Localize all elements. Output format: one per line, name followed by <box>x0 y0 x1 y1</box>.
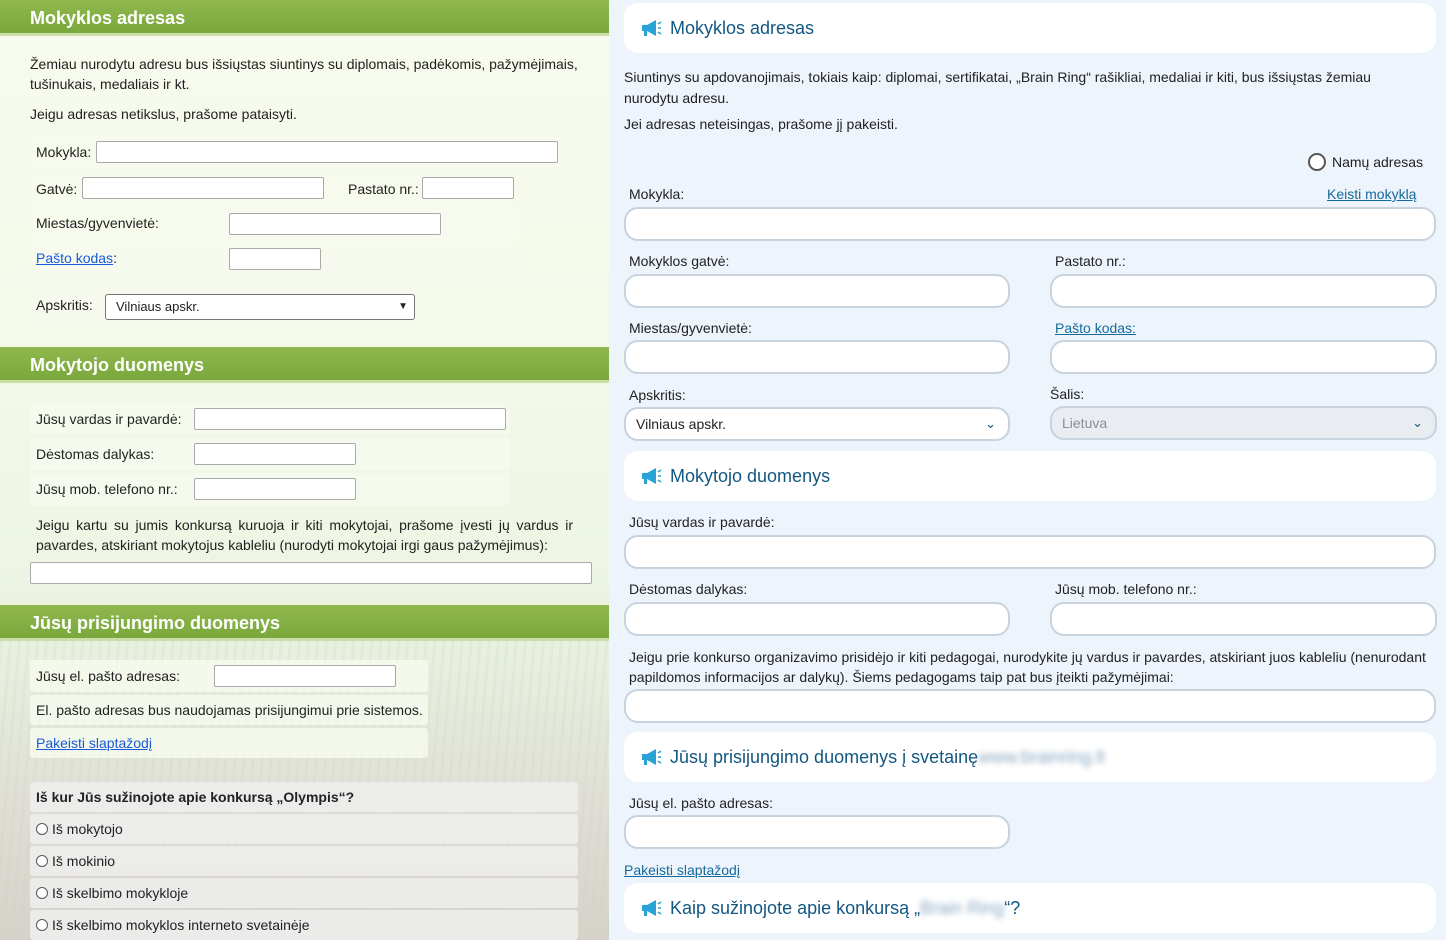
left-survey-question: Iš kur Jūs sužinojote apie konkursą „Oly… <box>30 782 578 812</box>
left-form-panel: Mokyklos adresas Žemiau nurodytu adresu … <box>0 0 609 940</box>
right-teacher-heading: Mokytojo duomenys <box>670 466 831 486</box>
left-city-row: Miestas/gyvenvietė: <box>30 207 518 241</box>
left-name-input[interactable] <box>194 408 506 430</box>
left-other-teachers-note: Jeigu kartu su jumis konkursą kuruoja ir… <box>36 517 573 553</box>
right-email-input[interactable] <box>624 815 1010 849</box>
right-survey-card: Kaip sužinojote apie konkursą „Brain Rin… <box>624 883 1436 933</box>
right-teacher-card: Mokytojo duomenys <box>624 451 1436 501</box>
right-county-select[interactable]: Vilniaus apskr. ⌄ <box>624 407 1010 441</box>
megaphone-icon <box>642 20 662 36</box>
radio-button[interactable] <box>36 855 48 867</box>
left-county-label: Apskritis: <box>36 297 93 313</box>
chevron-down-icon: ▼ <box>398 301 408 312</box>
right-school-address-intro: Siuntinys su apdovanojimais, tokiais kai… <box>624 69 1371 106</box>
right-form-panel: Mokyklos adresas Siuntinys su apdovanoji… <box>609 0 1446 940</box>
home-address-label: Namų adresas <box>1332 154 1424 170</box>
left-phone-label: Jūsų mob. telefono nr.: <box>36 481 178 497</box>
left-email-input[interactable] <box>214 665 396 687</box>
left-change-password-link[interactable]: Pakeisti slaptažodį <box>36 735 152 751</box>
home-address-radio[interactable] <box>1308 153 1326 171</box>
left-login-heading: Jūsų prisijungimo duomenys <box>0 605 609 641</box>
right-change-password-link[interactable]: Pakeisti slaptažodį <box>624 862 740 878</box>
right-email-label: Jūsų el. pašto adresas: <box>629 795 773 811</box>
left-phone-input[interactable] <box>194 478 356 500</box>
left-county-select[interactable]: Vilniaus apskr. ▼ <box>105 294 415 320</box>
right-country-select: Lietuva ⌄ <box>1050 406 1437 440</box>
left-school-address-intro: Žemiau nurodytu adresu bus išsiųstas siu… <box>30 56 578 92</box>
left-subject-input[interactable] <box>194 443 356 465</box>
right-city-input[interactable] <box>624 340 1010 374</box>
left-postcode-link[interactable]: Pašto kodas <box>36 250 113 266</box>
left-building-input[interactable] <box>422 177 514 199</box>
left-county-row: Apskritis: Vilniaus apskr. ▼ <box>30 289 418 325</box>
right-name-input[interactable] <box>624 535 1436 569</box>
left-building-label: Pastato nr.: <box>348 181 419 197</box>
right-building-label: Pastato nr.: <box>1055 253 1126 269</box>
left-email-note-row: El. pašto adresas bus naudojamas prisiju… <box>30 695 428 725</box>
right-school-address-note: Jei adresas neteisingas, prašome jį pake… <box>624 116 898 132</box>
right-phone-label: Jūsų mob. telefono nr.: <box>1055 581 1197 597</box>
right-login-card: Jūsų prisijungimo duomenys į svetainęwww… <box>624 732 1436 782</box>
left-subject-row: Dėstomas dalykas: <box>30 438 510 470</box>
left-school-row: Mokykla: <box>30 136 562 168</box>
right-other-teachers-input[interactable] <box>624 689 1436 723</box>
left-postcode-row: Pašto kodas: <box>30 243 518 275</box>
right-postcode-link[interactable]: Pašto kodas: <box>1055 320 1136 336</box>
left-survey-option[interactable]: Iš skelbimo mokykloje <box>30 878 578 908</box>
right-login-heading: Jūsų prisijungimo duomenys į svetainę <box>670 747 979 767</box>
left-survey-option[interactable]: Iš skelbimo mokyklos interneto svetainėj… <box>30 910 578 940</box>
radio-button[interactable] <box>36 823 48 835</box>
left-survey-option[interactable]: Iš mokytojo <box>30 814 578 844</box>
left-email-note: El. pašto adresas bus naudojamas prisiju… <box>36 702 423 718</box>
right-survey-heading: Kaip sužinojote apie konkursą „ <box>670 898 921 918</box>
right-school-address-card: Mokyklos adresas <box>624 3 1436 53</box>
right-other-teachers-note: Jeigu prie konkurso organizavimo prisidė… <box>629 649 1426 685</box>
blurred-contest-name: Brain Ring <box>920 898 1005 918</box>
left-name-row: Jūsų vardas ir pavardė: <box>30 403 510 435</box>
left-teacher-heading: Mokytojo duomenys <box>0 347 609 383</box>
right-building-input[interactable] <box>1050 274 1437 308</box>
left-postcode-input[interactable] <box>229 248 321 270</box>
megaphone-icon <box>642 749 662 765</box>
megaphone-icon <box>642 468 662 484</box>
right-city-label: Miestas/gyvenvietė: <box>629 320 752 336</box>
right-name-label: Jūsų vardas ir pavardė: <box>629 514 775 530</box>
left-city-label: Miestas/gyvenvietė: <box>36 215 159 231</box>
blurred-site-name: www.brainring.lt <box>978 747 1106 767</box>
left-other-teachers-input[interactable] <box>30 562 592 584</box>
chevron-down-icon: ⌄ <box>1412 415 1423 430</box>
megaphone-icon <box>642 900 662 916</box>
left-school-label: Mokykla: <box>36 144 92 160</box>
right-school-label: Mokykla: <box>629 186 685 202</box>
left-street-input[interactable] <box>82 177 324 199</box>
right-school-input[interactable] <box>624 207 1436 241</box>
left-subject-label: Dėstomas dalykas: <box>36 446 155 462</box>
left-name-label: Jūsų vardas ir pavardė: <box>36 411 182 427</box>
left-city-input[interactable] <box>229 213 441 235</box>
right-country-label: Šalis: <box>1050 386 1085 402</box>
radio-button[interactable] <box>36 887 48 899</box>
right-phone-input[interactable] <box>1050 602 1437 636</box>
right-school-address-heading: Mokyklos adresas <box>670 18 815 38</box>
left-school-input[interactable] <box>96 141 558 163</box>
left-change-password-row: Pakeisti slaptažodį <box>30 728 428 758</box>
radio-button[interactable] <box>36 919 48 931</box>
right-subject-input[interactable] <box>624 602 1010 636</box>
left-email-row: Jūsų el. pašto adresas: <box>30 660 428 692</box>
left-phone-row: Jūsų mob. telefono nr.: <box>30 473 510 505</box>
right-county-label: Apskritis: <box>629 387 686 403</box>
right-subject-label: Dėstomas dalykas: <box>629 581 748 597</box>
right-postcode-input[interactable] <box>1050 340 1437 374</box>
left-street-label: Gatvė: <box>36 181 78 197</box>
chevron-down-icon: ⌄ <box>985 416 996 431</box>
left-street-row: Gatvė: Pastato nr.: <box>30 173 518 205</box>
left-survey-option[interactable]: Iš mokinio <box>30 846 578 876</box>
change-school-link[interactable]: Keisti mokyklą <box>1327 186 1416 202</box>
left-email-label: Jūsų el. pašto adresas: <box>36 668 180 684</box>
right-street-label: Mokyklos gatvė: <box>629 253 730 269</box>
left-school-address-heading: Mokyklos adresas <box>0 0 609 36</box>
left-school-address-note: Jeigu adresas netikslus, prašome pataisy… <box>30 106 297 122</box>
right-street-input[interactable] <box>624 274 1010 308</box>
